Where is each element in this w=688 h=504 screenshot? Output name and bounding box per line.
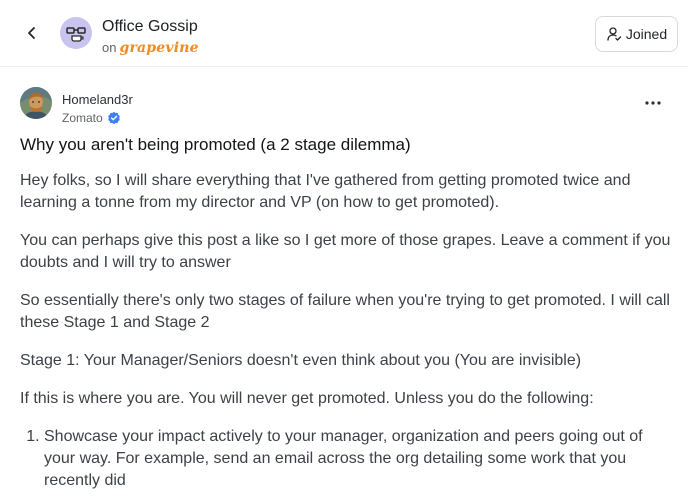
back-button[interactable] (20, 21, 44, 45)
list-item: Showcase your impact actively to your ma… (44, 426, 672, 492)
post-paragraph: So essentially there's only two stages o… (20, 292, 670, 331)
post-paragraph: Hey folks, so I will share everything th… (20, 172, 631, 211)
office-gossip-logo-icon (66, 27, 86, 42)
more-horizontal-icon (645, 101, 661, 105)
post-body: Hey folks, so I will share everything th… (20, 170, 672, 492)
author-company[interactable]: Zomato (62, 111, 103, 125)
joined-button[interactable]: Joined (595, 16, 678, 52)
post-paragraph: If this is where you are. You will never… (20, 390, 594, 407)
post-paragraph: You can perhaps give this post a like so… (20, 232, 671, 271)
post-options-button[interactable] (641, 93, 665, 113)
platform-line: on grapevine (102, 40, 199, 56)
community-avatar[interactable] (60, 17, 92, 49)
post-title[interactable]: Why you aren't being promoted (a 2 stage… (20, 135, 670, 155)
post-ordered-list: Showcase your impact actively to your ma… (44, 426, 672, 492)
chevron-left-icon (28, 27, 35, 39)
on-label: on (102, 40, 117, 55)
user-icon (607, 27, 622, 41)
author-avatar[interactable] (20, 87, 52, 119)
author-name[interactable]: Homeland3r (62, 92, 133, 107)
post-page: Office Gossip on grapevine Joined Homelan… (0, 0, 688, 504)
author-company-line: Zomato (62, 111, 121, 125)
community-header: Office Gossip on grapevine Joined (0, 0, 688, 67)
verified-badge-icon (107, 111, 120, 125)
joined-label: Joined (625, 26, 668, 42)
community-name[interactable]: Office Gossip (102, 18, 198, 36)
post-paragraph: Stage 1: Your Manager/Seniors doesn't ev… (20, 352, 582, 369)
grapevine-brand-label: grapevine (119, 40, 199, 56)
avatar-image (20, 87, 52, 119)
